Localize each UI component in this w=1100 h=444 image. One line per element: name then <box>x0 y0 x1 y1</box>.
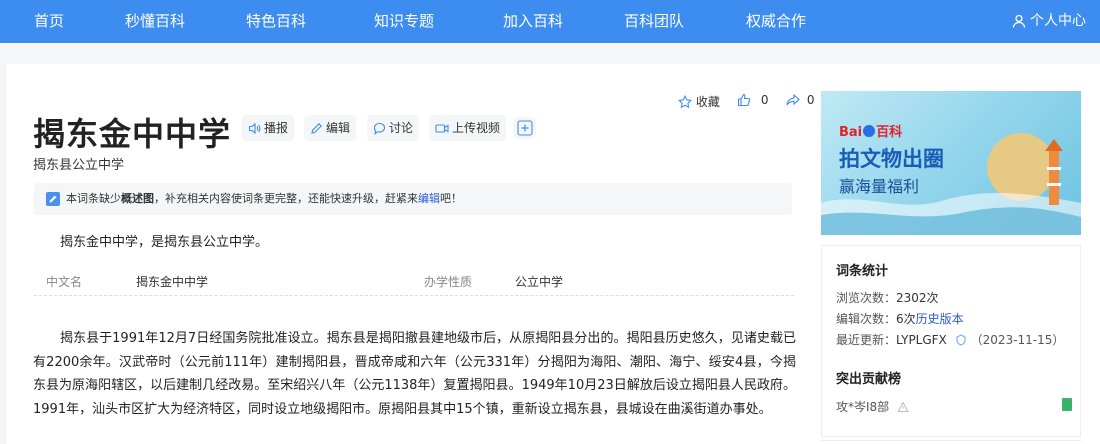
speaker-icon <box>248 122 261 135</box>
baidu-baike-logo: Bai 百科 <box>839 125 903 140</box>
edits-value: 6次 <box>896 312 916 326</box>
edit-button[interactable]: 编辑 <box>304 115 357 141</box>
stats-title: 词条统计 <box>836 264 889 279</box>
discuss-button[interactable]: 讨论 <box>367 115 420 141</box>
top-nav: 首页 秒懂百科 特色百科 知识专题 加入百科 百科团队 权威合作 个人中心 <box>0 0 1100 43</box>
banner-tagline: 赢海量福利 <box>839 177 920 196</box>
notice-edit-link[interactable]: 编辑 <box>418 192 440 205</box>
notice-text-before: 本词条缺少 <box>66 192 121 205</box>
updated-date: （2023-11-15） <box>970 333 1065 347</box>
info-value-chinese-name: 揭东金中中学 <box>136 275 209 289</box>
notice-text-bold: 概述图 <box>121 192 154 205</box>
add-button[interactable] <box>514 117 536 139</box>
history-versions-link[interactable]: 历史版本 <box>916 312 964 326</box>
chat-bubble-icon <box>373 122 386 135</box>
nav-item-team[interactable]: 百科团队 <box>624 0 684 43</box>
user-badge-icon <box>956 334 966 346</box>
user-center-link[interactable]: 个人中心 <box>1012 0 1086 43</box>
stats-views: 浏览次数：2302次 <box>836 289 939 306</box>
page-title: 揭东金中中学 <box>33 115 232 153</box>
share-icon <box>786 93 800 106</box>
views-label: 浏览次数： <box>836 291 897 305</box>
upload-video-label: 上传视频 <box>452 121 501 135</box>
banner-headline: 拍文物出圈 <box>839 147 944 171</box>
info-label-school-type: 办学性质 <box>424 275 473 289</box>
share-button[interactable]: 0 <box>786 93 814 107</box>
notice-text-after: 吧！ <box>440 192 462 205</box>
video-camera-icon <box>435 124 449 133</box>
info-value-school-type: 公立中学 <box>515 275 564 289</box>
collect-label: 收藏 <box>695 95 720 109</box>
contributor-name-text: 攻*岑I8部 <box>836 400 890 414</box>
user-icon <box>1012 14 1026 28</box>
nav-item-topics[interactable]: 知识专题 <box>374 0 434 43</box>
entry-body-paragraph: 揭东县于1991年12月7日经国务院批准设立。揭东县是揭阳撤县建地级市后，从原揭… <box>33 331 796 417</box>
broadcast-label: 播报 <box>264 121 289 135</box>
broadcast-button[interactable]: 播报 <box>242 115 295 141</box>
entry-summary: 揭东金中中学，是揭东县公立中学。 <box>60 235 269 250</box>
upload-video-button[interactable]: 上传视频 <box>429 115 507 141</box>
stats-last-updated: 最近更新：LYPLGFX （2023-11-15） <box>836 331 1064 348</box>
nav-item-cooperation[interactable]: 权威合作 <box>746 0 806 43</box>
nav-item-miaodong[interactable]: 秒懂百科 <box>125 0 185 43</box>
entry-stats-panel: 词条统计 浏览次数：2302次 编辑次数：6次历史版本 最近更新：LYPLGFX… <box>821 245 1081 437</box>
like-button[interactable]: 0 <box>737 93 768 107</box>
pencil-icon <box>311 123 322 134</box>
views-value: 2302次 <box>896 291 939 305</box>
stats-edits: 编辑次数：6次历史版本 <box>836 310 964 327</box>
thumbs-up-icon <box>737 93 751 107</box>
info-label-chinese-name: 中文名 <box>46 275 83 289</box>
share-count: 0 <box>806 93 815 107</box>
collect-button[interactable]: 收藏 <box>677 93 720 110</box>
next-panel-edge <box>821 440 1081 444</box>
missing-image-notice: 本词条缺少概述图，补充相关内容使词条更完整，还能快速升级，赶紧来编辑吧！ <box>34 183 792 215</box>
nav-item-join[interactable]: 加入百科 <box>503 0 563 43</box>
edit-notice-icon <box>46 192 60 206</box>
like-count: 0 <box>760 93 769 107</box>
top-contributor-name[interactable]: 攻*岑I8部 <box>836 398 909 415</box>
user-center-label: 个人中心 <box>1030 13 1086 29</box>
top-contributors-title: 突出贡献榜 <box>836 372 902 387</box>
plus-square-icon <box>517 120 533 136</box>
nav-item-featured[interactable]: 特色百科 <box>246 0 306 43</box>
bookmark-badge-icon <box>1062 398 1072 411</box>
updated-label: 最近更新： <box>836 333 897 347</box>
updated-user-link[interactable]: LYPLGFX <box>896 333 947 347</box>
warning-triangle-icon <box>897 401 909 412</box>
paw-icon <box>863 125 876 137</box>
edits-label: 编辑次数： <box>836 312 897 326</box>
promo-banner[interactable]: Bai 百科 拍文物出圈 赢海量福利 <box>821 91 1081 235</box>
page-subtitle: 揭东县公立中学 <box>33 158 125 173</box>
basic-info-row: 中文名 揭东金中中学 办学性质 公立中学 <box>34 268 794 296</box>
notice-text-middle: ，补充相关内容使词条更完整，还能快速升级，赶紧来 <box>154 192 418 205</box>
star-icon <box>677 94 693 109</box>
discuss-label: 讨论 <box>389 121 414 135</box>
edit-label: 编辑 <box>326 121 351 135</box>
nav-item-home[interactable]: 首页 <box>34 0 64 43</box>
